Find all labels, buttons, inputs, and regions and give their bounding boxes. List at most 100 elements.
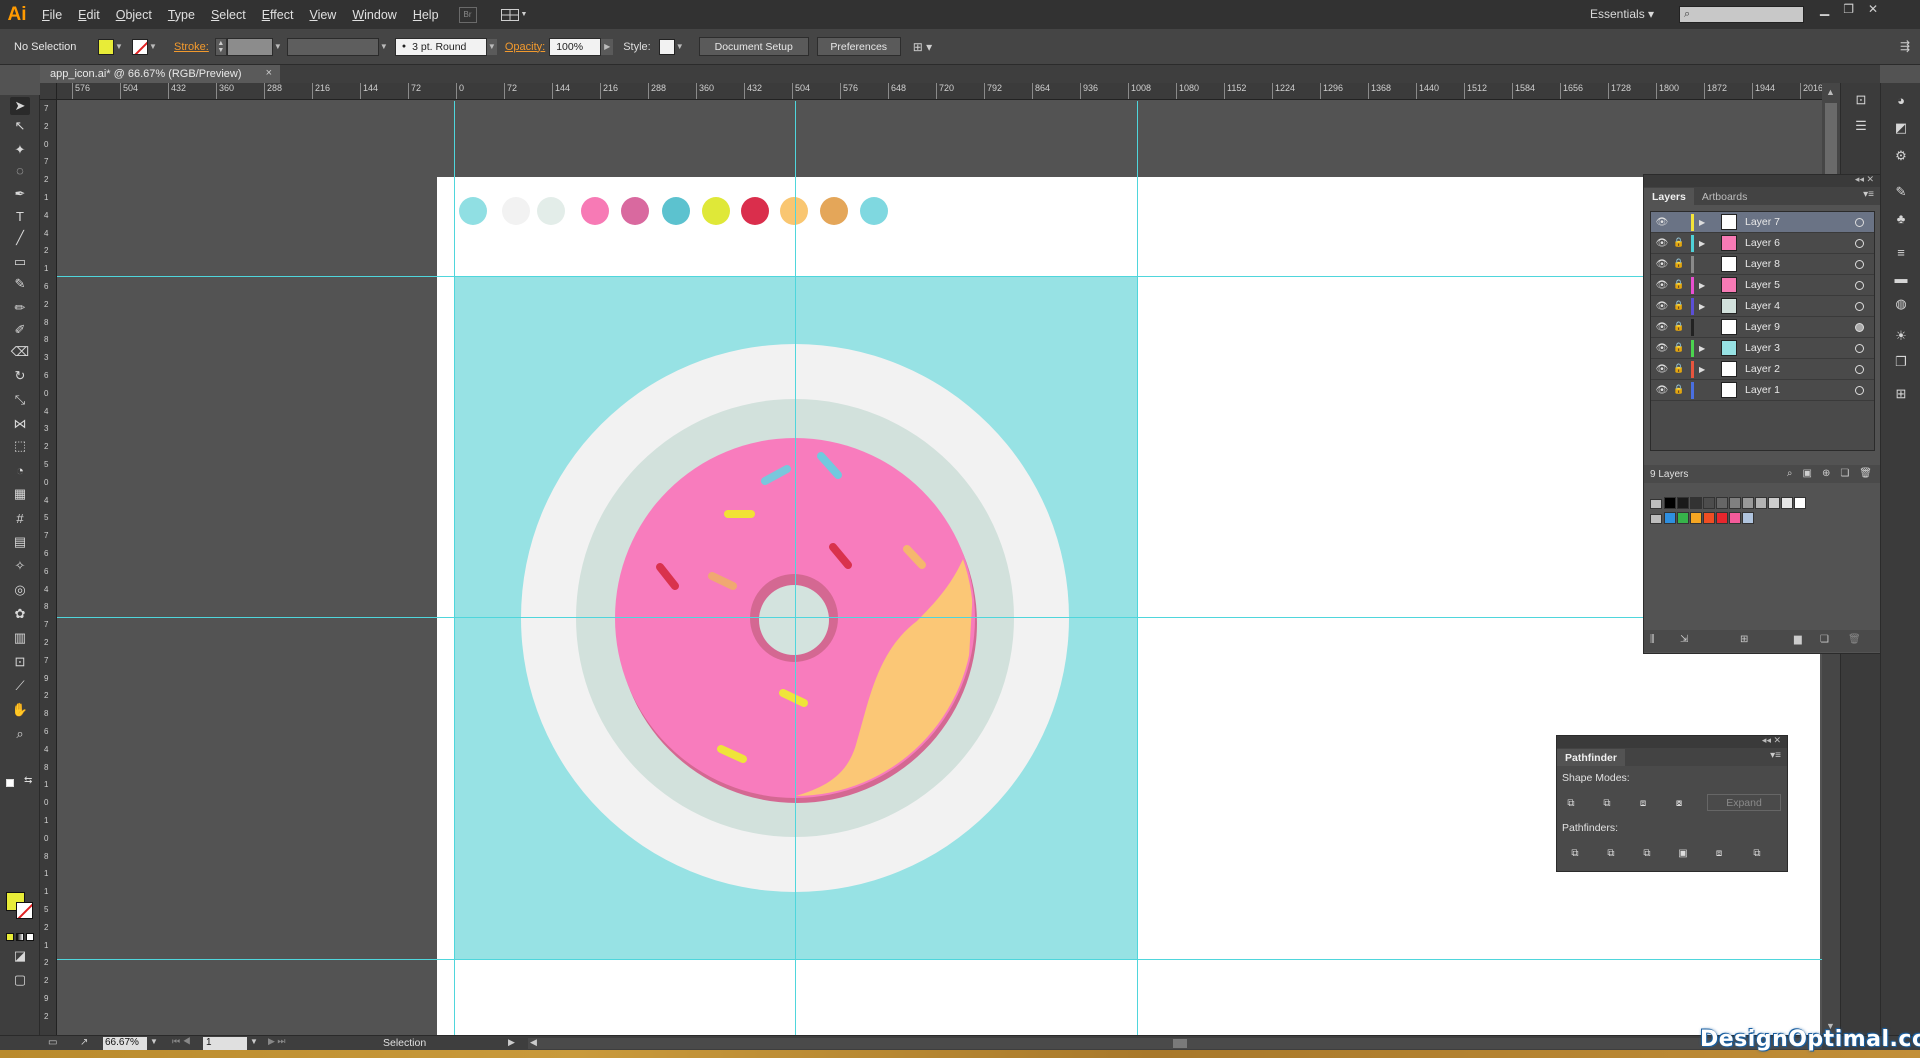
scale-tool-icon[interactable]: ⤡ xyxy=(10,391,30,409)
brush-definition[interactable]: ● 3 pt. Round xyxy=(394,37,487,56)
layer-row[interactable]: 👁 🔒 Layer 9 xyxy=(1651,317,1874,338)
arrange-documents-icon[interactable]: ▼ xyxy=(500,7,529,23)
layer-name[interactable]: Layer 7 xyxy=(1745,216,1780,228)
intersect-icon[interactable]: ⧈ xyxy=(1635,796,1651,810)
unlocked-icon[interactable] xyxy=(1673,216,1685,228)
slice-tool-icon[interactable]: ⟋ xyxy=(10,677,30,695)
layer-target-icon[interactable] xyxy=(1855,385,1864,395)
visibility-eye-icon[interactable]: 👁 xyxy=(1655,301,1669,312)
swatch[interactable] xyxy=(1716,512,1728,524)
free-transform-tool-icon[interactable]: ⬚ xyxy=(10,437,30,455)
document-setup-button[interactable]: Document Setup xyxy=(698,37,809,56)
scroll-up-icon[interactable]: ▲ xyxy=(1826,87,1835,97)
swatch[interactable] xyxy=(1664,497,1676,509)
outline-icon[interactable]: ⧈ xyxy=(1711,846,1727,860)
artboard-tool-icon[interactable]: ⊡ xyxy=(10,653,30,671)
menu-window[interactable]: Window xyxy=(344,8,404,22)
swatch-group-folder-icon[interactable] xyxy=(1650,514,1662,524)
tab-layers[interactable]: Layers xyxy=(1644,188,1694,205)
hand-tool-icon[interactable]: ✋ xyxy=(10,701,30,719)
panel-menu-icon[interactable]: ⇶ xyxy=(1900,39,1910,53)
variable-width-profile[interactable] xyxy=(286,37,379,56)
brush-dropdown-icon[interactable]: ▼ xyxy=(486,38,497,55)
locate-object-icon[interactable]: ⌕ xyxy=(1787,468,1793,479)
visibility-eye-icon[interactable]: 👁 xyxy=(1655,322,1669,333)
libraries-icon[interactable]: ⚙ xyxy=(1891,147,1911,165)
menu-type[interactable]: Type xyxy=(160,8,203,22)
blend-tool-icon[interactable]: ◎ xyxy=(10,581,30,599)
preferences-button[interactable]: Preferences xyxy=(816,37,901,56)
ruler-origin[interactable] xyxy=(40,83,57,100)
layers-panel-titlebar[interactable]: ◂◂ ✕ xyxy=(1644,174,1880,187)
layer-row[interactable]: 👁 ▶ Layer 7 xyxy=(1651,212,1874,233)
menu-select[interactable]: Select xyxy=(203,8,254,22)
stroke-color-swatch[interactable] xyxy=(132,38,148,55)
guide-vertical[interactable] xyxy=(1137,101,1138,1035)
transparency-icon[interactable]: ◍ xyxy=(1891,295,1911,313)
horizontal-scrollbar[interactable]: ◀ xyxy=(528,1037,1822,1049)
layer-row[interactable]: 👁 🔒 ▶ Layer 2 xyxy=(1651,359,1874,380)
swatch[interactable] xyxy=(1742,512,1754,524)
symbol-sprayer-tool-icon[interactable]: ✿ xyxy=(10,605,30,623)
status-menu-icon[interactable]: ▶ xyxy=(508,1037,515,1048)
tab-pathfinder[interactable]: Pathfinder xyxy=(1557,749,1625,766)
layer-target-icon[interactable] xyxy=(1855,322,1864,332)
horizontal-ruler[interactable]: 576 504 432 360 288 216 144 72 0 72 144 216 288 360 43… xyxy=(57,83,1822,100)
layer-target-icon[interactable] xyxy=(1855,259,1864,269)
scroll-left-icon[interactable]: ◀ xyxy=(530,1037,537,1048)
column-graph-tool-icon[interactable]: ▥ xyxy=(10,629,30,647)
unite-icon[interactable]: ⧉ xyxy=(1563,796,1579,810)
expand-arrow-icon[interactable]: ▶ xyxy=(1699,302,1709,311)
layer-name[interactable]: Layer 5 xyxy=(1745,279,1780,291)
opacity-dropdown-icon[interactable]: ▶ xyxy=(601,38,614,55)
visibility-eye-icon[interactable]: 👁 xyxy=(1655,385,1669,396)
pencil-tool-icon[interactable]: ✏ xyxy=(10,299,30,317)
color-icon[interactable]: ◕ xyxy=(1891,91,1911,109)
artboard-number-field[interactable]: 1 xyxy=(203,1037,247,1050)
stroke-weight-dropdown-icon[interactable]: ▼ xyxy=(273,39,283,55)
expand-arrow-icon[interactable]: ▶ xyxy=(1699,344,1709,353)
make-clipping-mask-icon[interactable]: ▣ xyxy=(1802,468,1811,479)
visibility-eye-icon[interactable]: 👁 xyxy=(1655,280,1669,291)
layer-row[interactable]: 👁 🔒 ▶ Layer 6 xyxy=(1651,233,1874,254)
draw-mode-icon[interactable]: ◪ xyxy=(10,947,30,965)
transform-icon[interactable]: ⊞ xyxy=(1891,385,1911,403)
create-sublayer-icon[interactable]: ⊕ xyxy=(1822,468,1830,479)
new-layer-icon[interactable]: ❏ xyxy=(1840,468,1849,479)
opacity-link[interactable]: Opacity: xyxy=(505,41,545,53)
layer-row[interactable]: 👁 🔒 Layer 1 xyxy=(1651,380,1874,401)
layer-row[interactable]: 👁 🔒 ▶ Layer 5 xyxy=(1651,275,1874,296)
selection-tool-icon[interactable]: ➤ xyxy=(10,97,30,115)
layer-target-icon[interactable] xyxy=(1855,238,1864,248)
restore-button[interactable]: ❐ xyxy=(1843,2,1854,16)
collapse-close-icon[interactable]: ◂◂ ✕ xyxy=(1855,174,1874,185)
profile-dropdown-icon[interactable]: ▼ xyxy=(379,39,389,55)
expand-arrow-icon[interactable]: ▶ xyxy=(1699,365,1709,374)
guide-vertical[interactable] xyxy=(795,101,796,1035)
h-scroll-thumb[interactable] xyxy=(1173,1039,1187,1048)
panel-menu-icon[interactable]: ▾≡ xyxy=(1863,189,1874,200)
delete-swatch-icon[interactable]: 🗑 xyxy=(1848,634,1861,645)
layer-name[interactable]: Layer 9 xyxy=(1745,321,1780,333)
swatch[interactable] xyxy=(1794,497,1806,509)
share-icon[interactable]: ↗ xyxy=(80,1037,88,1048)
layer-name[interactable]: Layer 1 xyxy=(1745,384,1780,396)
panel-menu-icon[interactable]: ▾≡ xyxy=(1770,750,1781,761)
minimize-button[interactable]: ▁ xyxy=(1820,2,1829,16)
close-button[interactable]: ✕ xyxy=(1868,2,1878,16)
delete-layer-icon[interactable]: 🗑 xyxy=(1859,468,1872,479)
direct-selection-tool-icon[interactable]: ↖ xyxy=(10,117,30,135)
swatch[interactable] xyxy=(1716,497,1728,509)
workspace-switcher[interactable]: Essentials ▾ xyxy=(1590,7,1654,21)
new-swatch-icon[interactable]: ❏ xyxy=(1820,634,1829,645)
stroke-dropdown-icon[interactable]: ▼ xyxy=(148,39,158,55)
symbols-icon[interactable]: ♣ xyxy=(1891,209,1911,227)
artboard-nav-icon[interactable]: ▭ xyxy=(48,1037,57,1048)
fill-color-swatch[interactable] xyxy=(98,38,114,55)
appearance-icon[interactable]: ☀ xyxy=(1891,327,1911,345)
layer-row[interactable]: 👁 🔒 ▶ Layer 4 xyxy=(1651,296,1874,317)
gradient-mode-icon[interactable] xyxy=(16,933,24,941)
tab-artboards[interactable]: Artboards xyxy=(1694,188,1756,205)
eraser-tool-icon[interactable]: ⌫ xyxy=(10,343,30,361)
stroke-icon[interactable]: ≡ xyxy=(1891,243,1911,261)
